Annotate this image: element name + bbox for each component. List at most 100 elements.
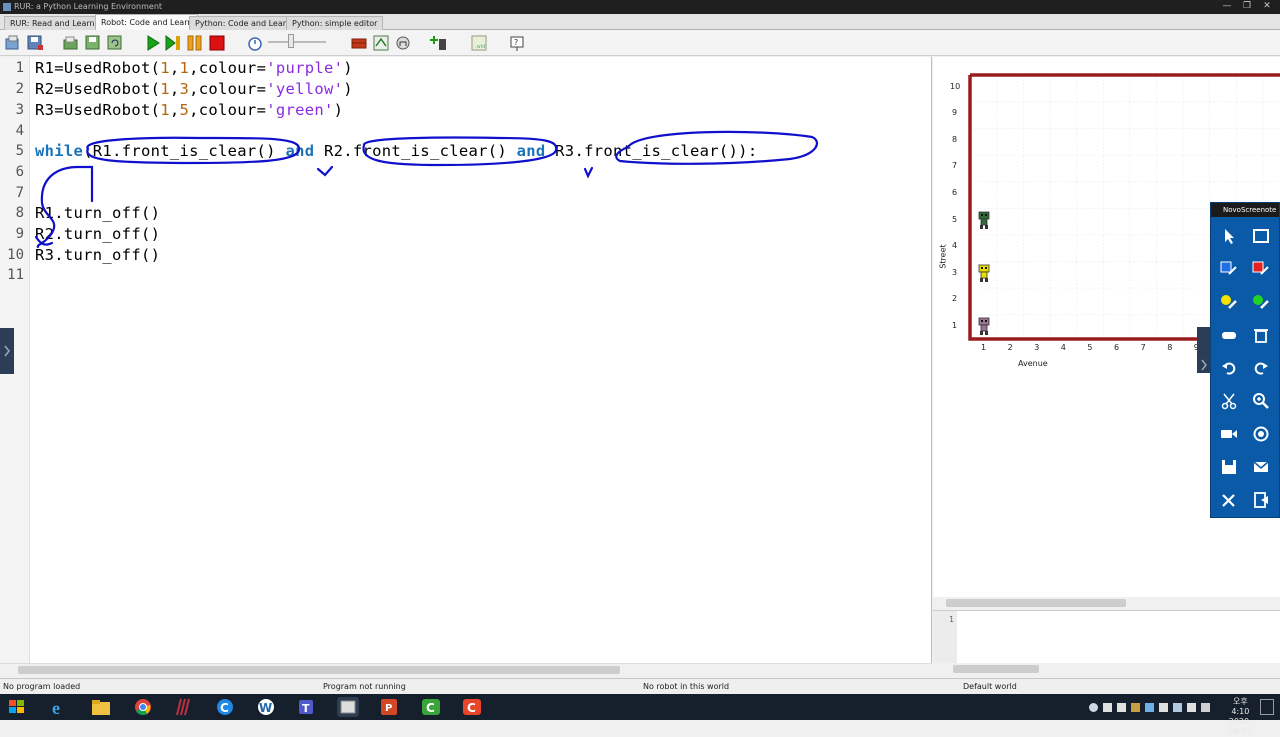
pointer-icon[interactable] xyxy=(1214,221,1244,251)
code-editor[interactable]: 1 2 3 4 5 6 7 8 9 10 11 R1=UsedRobot(1,1… xyxy=(0,57,932,663)
exit-icon[interactable] xyxy=(1246,485,1276,515)
tray-icons[interactable] xyxy=(1000,699,1210,715)
chrome-icon[interactable] xyxy=(132,697,154,717)
step-icon[interactable] xyxy=(164,34,182,52)
world-horizontal-scrollbar[interactable] xyxy=(933,597,1280,609)
street-tick-label: 2 xyxy=(952,294,958,304)
speed-slider-handle[interactable] xyxy=(288,34,294,48)
tray-icon[interactable] xyxy=(1201,702,1210,712)
svg-text:P: P xyxy=(385,703,392,714)
blue-pen-icon[interactable] xyxy=(1214,254,1244,284)
svg-text:C: C xyxy=(467,701,476,715)
speed-icon[interactable] xyxy=(246,34,264,52)
maximize-button[interactable]: ❐ xyxy=(1240,0,1254,12)
street-tick-label: 9 xyxy=(952,108,958,118)
whiteboard-icon[interactable] xyxy=(1246,221,1276,251)
stop-icon[interactable] xyxy=(208,34,226,52)
rur-app-icon[interactable] xyxy=(337,697,359,717)
street-tick-label: 7 xyxy=(952,161,958,171)
tab-python-code-and-learn[interactable]: Python: Code and Learn xyxy=(189,16,297,30)
avenue-tick-label: 7 xyxy=(1140,343,1146,352)
close-button[interactable]: ✕ xyxy=(1260,0,1274,12)
yellow-highlighter-icon[interactable] xyxy=(1214,287,1244,317)
zoom-icon[interactable] xyxy=(1246,386,1276,416)
reload-icon[interactable] xyxy=(106,34,124,52)
pause-icon[interactable] xyxy=(186,34,204,52)
record-icon[interactable] xyxy=(1246,419,1276,449)
open-file-icon[interactable] xyxy=(62,34,80,52)
teams-icon[interactable]: T xyxy=(296,697,318,717)
status-program-loaded: No program loaded xyxy=(3,682,81,691)
eraser-icon[interactable] xyxy=(1214,320,1244,350)
powerpoint-icon[interactable]: P xyxy=(378,697,400,717)
scissors-icon[interactable] xyxy=(1214,386,1244,416)
tools-icon[interactable] xyxy=(1214,485,1244,515)
save-file-icon[interactable] xyxy=(84,34,102,52)
minimize-button[interactable]: — xyxy=(1220,0,1234,12)
tray-icon[interactable] xyxy=(1103,702,1112,712)
trash-icon[interactable] xyxy=(1246,320,1276,350)
svg-text:C: C xyxy=(220,701,229,715)
tray-icon[interactable] xyxy=(1145,702,1154,712)
scrollbar-thumb[interactable] xyxy=(18,666,620,674)
ie-icon[interactable]: e xyxy=(48,697,70,718)
green-highlighter-icon[interactable] xyxy=(1246,287,1276,317)
windows-start-icon[interactable] xyxy=(6,697,28,717)
novo-screenote-toolbar: NovoScreenote xyxy=(1210,202,1280,518)
scrollbar-thumb[interactable] xyxy=(946,599,1126,607)
avenue-tick-label: 5 xyxy=(1087,343,1093,352)
tab-robot-code-and-learn[interactable]: Robot: Code and Learn xyxy=(95,14,199,30)
tray-icon[interactable] xyxy=(1159,702,1168,712)
app-stripes-icon[interactable] xyxy=(172,697,194,717)
tray-icon[interactable] xyxy=(1117,702,1126,712)
right-panel-toggle[interactable] xyxy=(1197,327,1211,373)
editor-horizontal-scrollbar[interactable] xyxy=(0,663,932,675)
avenue-tick-label: 8 xyxy=(1167,343,1173,352)
tray-icon[interactable] xyxy=(1173,702,1182,712)
w-app-icon[interactable]: W xyxy=(255,697,277,717)
clock[interactable]: 오후 4:10 2020-06-05 xyxy=(1229,697,1252,737)
add-robot-icon[interactable] xyxy=(430,34,448,52)
tab-read-and-learn[interactable]: RUR: Read and Learn xyxy=(4,16,101,30)
world-builder-icon[interactable] xyxy=(372,34,390,52)
camtasia-green-icon[interactable]: C xyxy=(420,697,442,717)
tray-icon[interactable] xyxy=(1131,702,1140,712)
status-world: Default world xyxy=(963,682,1017,691)
help-icon[interactable]: ? xyxy=(508,34,526,52)
tray-icon[interactable] xyxy=(1187,702,1196,712)
clock-time: 오후 4:10 xyxy=(1231,697,1250,716)
os-taskbar: e C W T P C C 오후 4:10 2020-06-05 xyxy=(0,694,1280,736)
clock-date: 2020-06-05 xyxy=(1228,717,1252,736)
mail-icon[interactable] xyxy=(1246,452,1276,482)
redo-icon[interactable] xyxy=(1246,353,1276,383)
left-panel-toggle[interactable] xyxy=(0,328,14,374)
brick-icon[interactable] xyxy=(350,34,368,52)
save-icon[interactable] xyxy=(1214,452,1244,482)
notification-icon[interactable] xyxy=(1260,699,1274,715)
camera-icon[interactable] xyxy=(1214,419,1244,449)
status-bar: No program loaded Program not running No… xyxy=(0,678,1280,694)
save-world-icon[interactable] xyxy=(26,34,44,52)
open-world-icon[interactable] xyxy=(4,34,22,52)
run-icon[interactable] xyxy=(144,34,162,52)
main-toolbar: .wld ? xyxy=(0,30,1280,56)
output-horizontal-scrollbar[interactable] xyxy=(933,663,1280,675)
camtasia-red-icon[interactable]: C xyxy=(461,697,483,717)
svg-text:e: e xyxy=(52,698,60,717)
avenue-tick-label: 2 xyxy=(1007,343,1013,352)
file-explorer-icon[interactable] xyxy=(90,697,112,717)
undo-icon[interactable] xyxy=(1214,353,1244,383)
pen-annotations xyxy=(34,130,818,249)
tray-icon[interactable] xyxy=(1089,702,1098,712)
red-pen-icon[interactable] xyxy=(1246,254,1276,284)
tab-python-simple-editor[interactable]: Python: simple editor xyxy=(286,16,384,30)
tab-strip: RUR: Read and Learn Robot: Code and Lear… xyxy=(0,14,1280,30)
output-panel[interactable]: 1 xyxy=(933,610,1280,664)
speed-slider-track[interactable] xyxy=(268,41,326,43)
scrollbar-thumb[interactable] xyxy=(953,665,1039,673)
window-title: RUR: a Python Learning Environment xyxy=(14,2,163,11)
image-icon[interactable]: .wld xyxy=(470,34,488,52)
svg-text:?: ? xyxy=(514,38,518,47)
c-app-icon[interactable]: C xyxy=(214,697,236,717)
beeper-icon[interactable] xyxy=(394,34,412,52)
